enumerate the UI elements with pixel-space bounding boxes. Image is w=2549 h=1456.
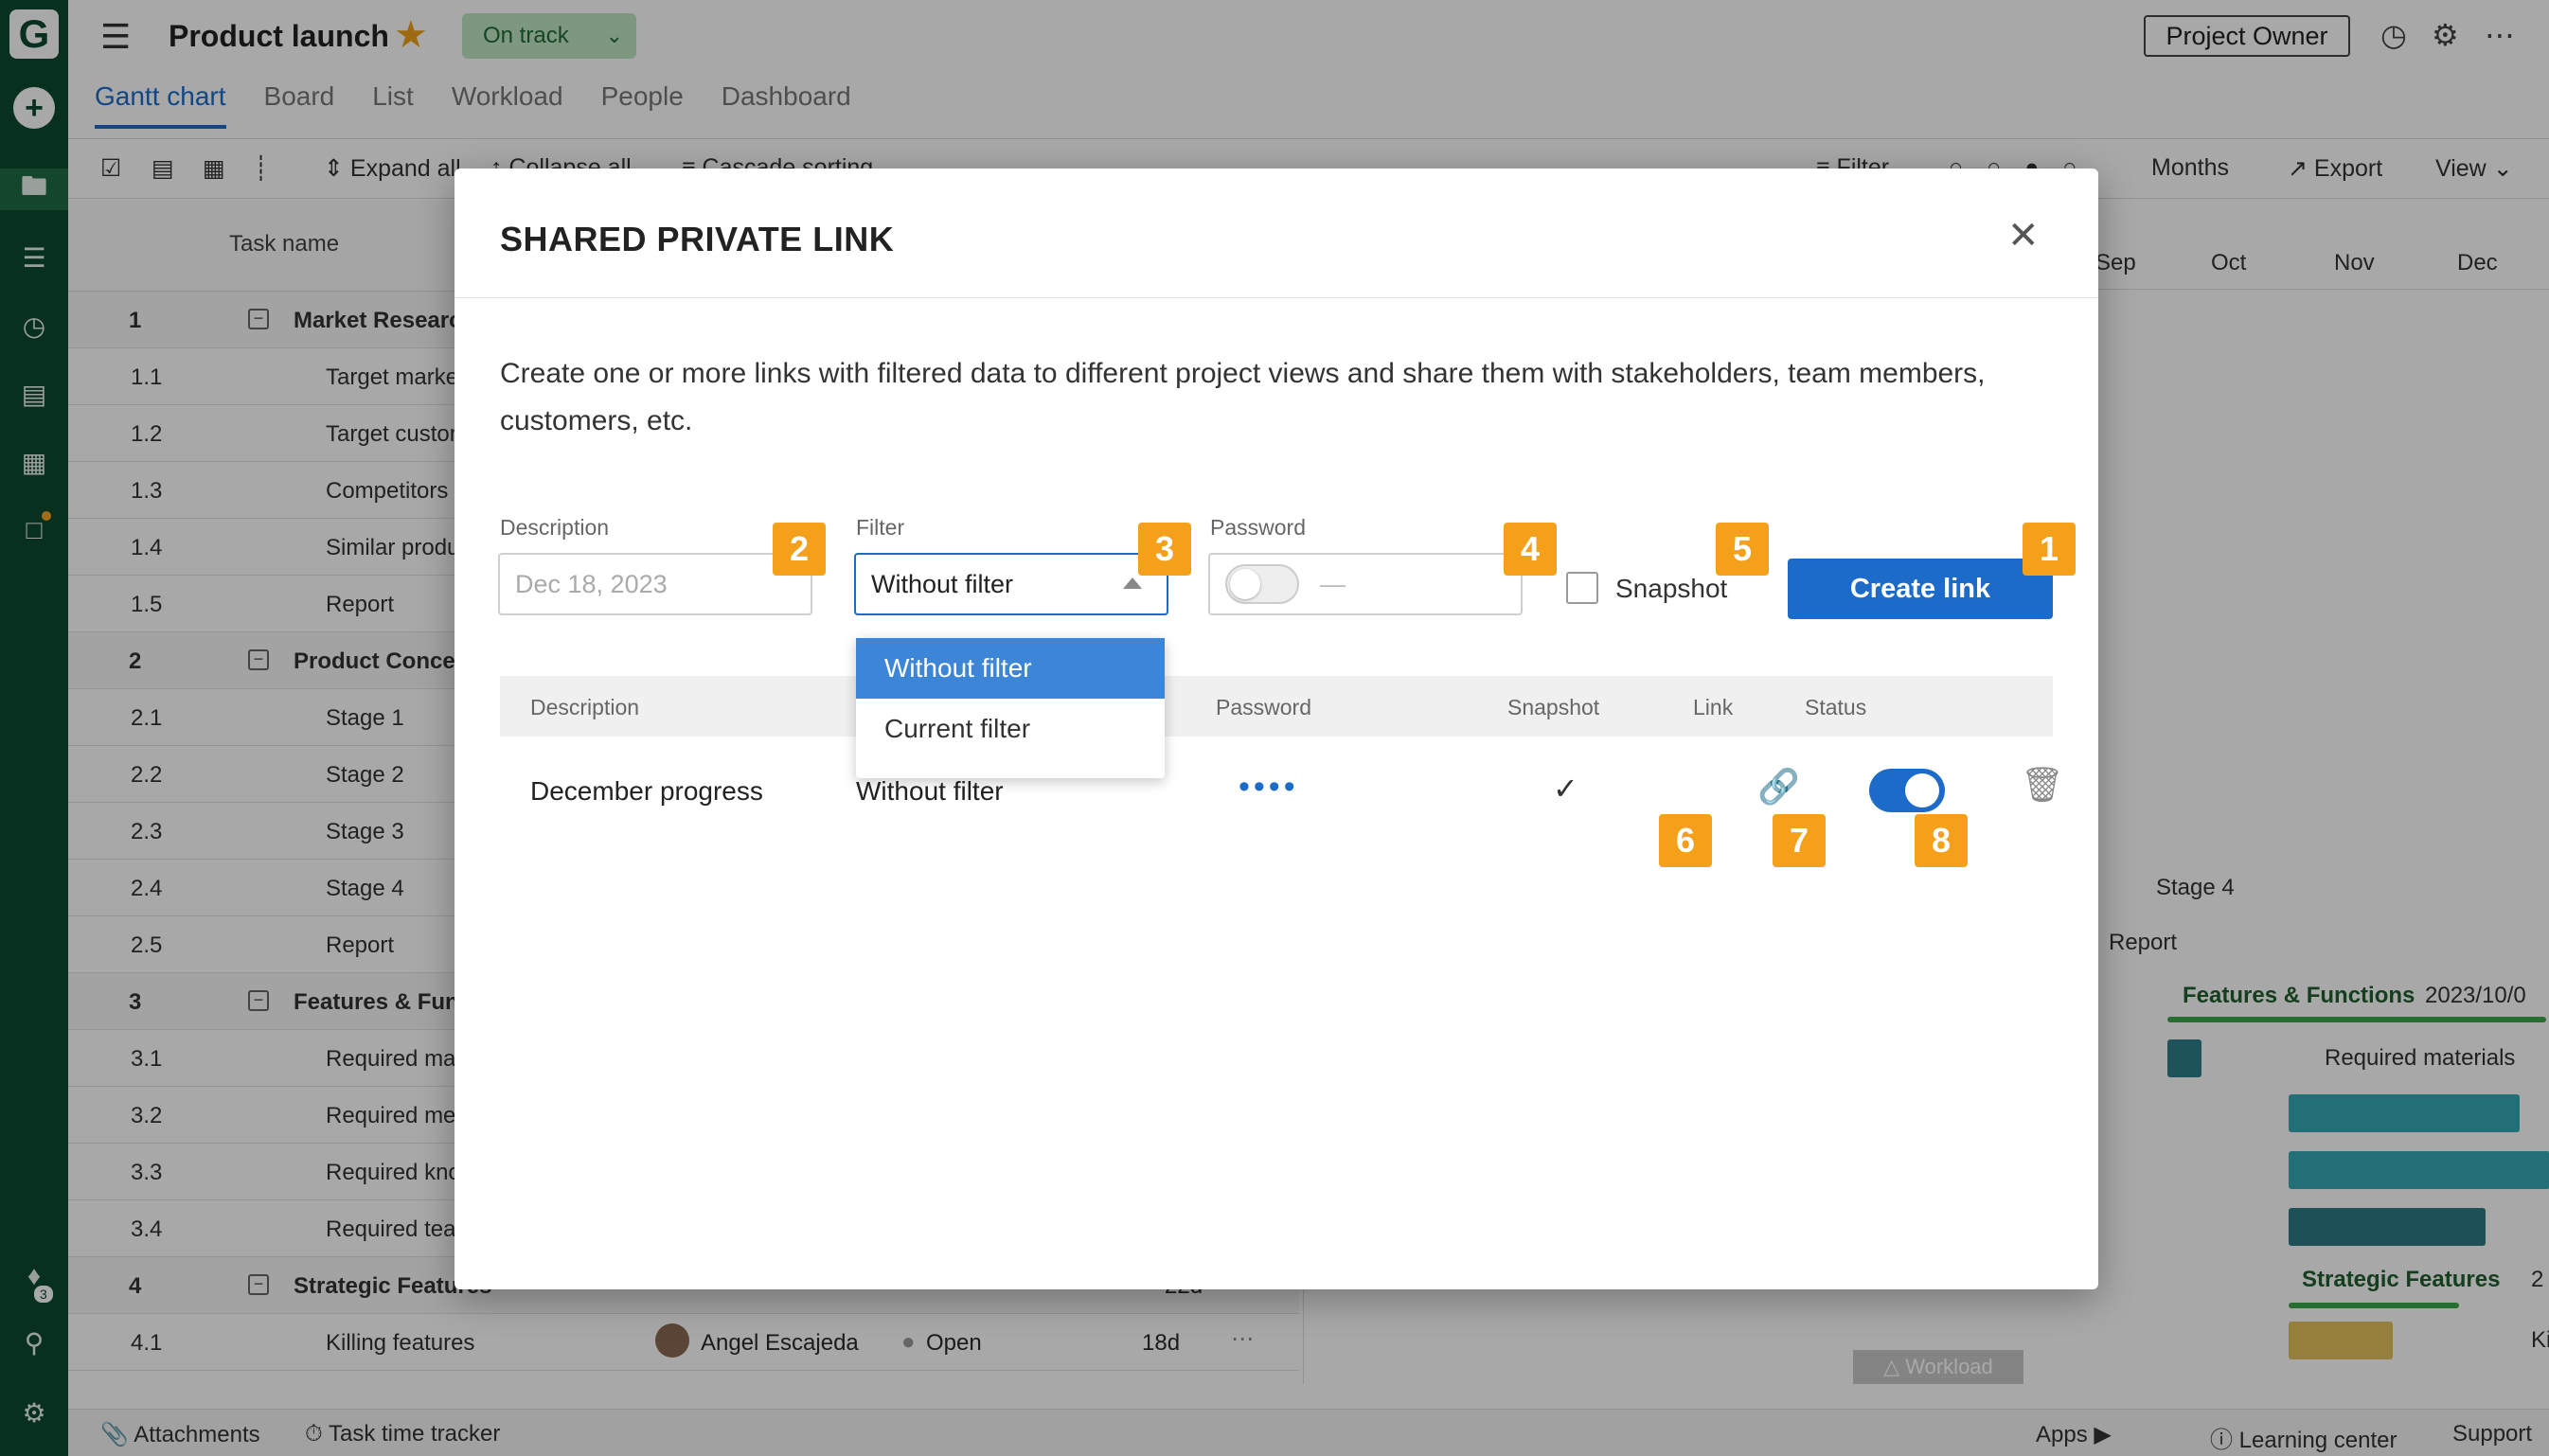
filter-selected-value: Without filter — [871, 570, 1014, 598]
filter-label: Filter — [856, 515, 905, 540]
delete-trash-icon[interactable]: 🗑 — [2021, 765, 2064, 805]
filter-select[interactable]: Without filter — [854, 553, 1168, 615]
link-status-toggle[interactable] — [1869, 769, 1945, 812]
callout-badge-4: 4 — [1504, 523, 1557, 576]
dialog-title: SHARED PRIVATE LINK — [500, 220, 895, 258]
description-input[interactable]: Dec 18, 2023 — [498, 553, 812, 615]
password-field[interactable]: — — [1208, 553, 1523, 615]
callout-badge-3: 3 — [1138, 523, 1191, 576]
caret-up-icon — [1123, 577, 1142, 589]
callout-badge-8: 8 — [1915, 814, 1968, 867]
link-filter: Without filter — [856, 776, 1004, 806]
shared-private-link-dialog: SHARED PRIVATE LINK ✕ Create one or more… — [455, 169, 2098, 1289]
col-password: Password — [1216, 695, 1311, 719]
close-icon[interactable]: ✕ — [2007, 214, 2040, 257]
description-label: Description — [500, 515, 610, 540]
snapshot-checkbox[interactable] — [1566, 572, 1598, 604]
callout-badge-2: 2 — [773, 523, 826, 576]
filter-dropdown-menu: Without filter Current filter — [856, 638, 1165, 778]
create-link-button[interactable]: Create link — [1788, 559, 2053, 619]
col-snapshot: Snapshot — [1507, 695, 1600, 719]
password-placeholder: — — [1320, 570, 1346, 598]
col-status: Status — [1805, 695, 1867, 719]
col-link: Link — [1693, 695, 1734, 719]
snapshot-label: Snapshot — [1615, 574, 1728, 603]
dialog-description: Create one or more links with filtered d… — [500, 358, 1986, 436]
callout-badge-6: 6 — [1659, 814, 1712, 867]
callout-badge-7: 7 — [1773, 814, 1826, 867]
snapshot-check-icon: ✓ — [1553, 772, 1578, 806]
col-description: Description — [530, 695, 640, 719]
copy-link-icon[interactable]: 🔗 — [1757, 767, 1800, 807]
password-toggle[interactable] — [1225, 564, 1299, 604]
password-label: Password — [1210, 515, 1306, 540]
callout-badge-1: 1 — [2023, 523, 2076, 576]
link-description: December progress — [530, 776, 763, 806]
filter-option-current-filter[interactable]: Current filter — [856, 699, 1165, 759]
description-placeholder: Dec 18, 2023 — [515, 570, 668, 598]
filter-option-without-filter[interactable]: Without filter — [856, 638, 1165, 699]
callout-badge-5: 5 — [1716, 523, 1769, 576]
link-password-dots[interactable]: •••• — [1239, 769, 1299, 806]
divider — [455, 297, 2098, 298]
links-table-header: Description Password Snapshot Link Statu… — [500, 676, 2053, 737]
